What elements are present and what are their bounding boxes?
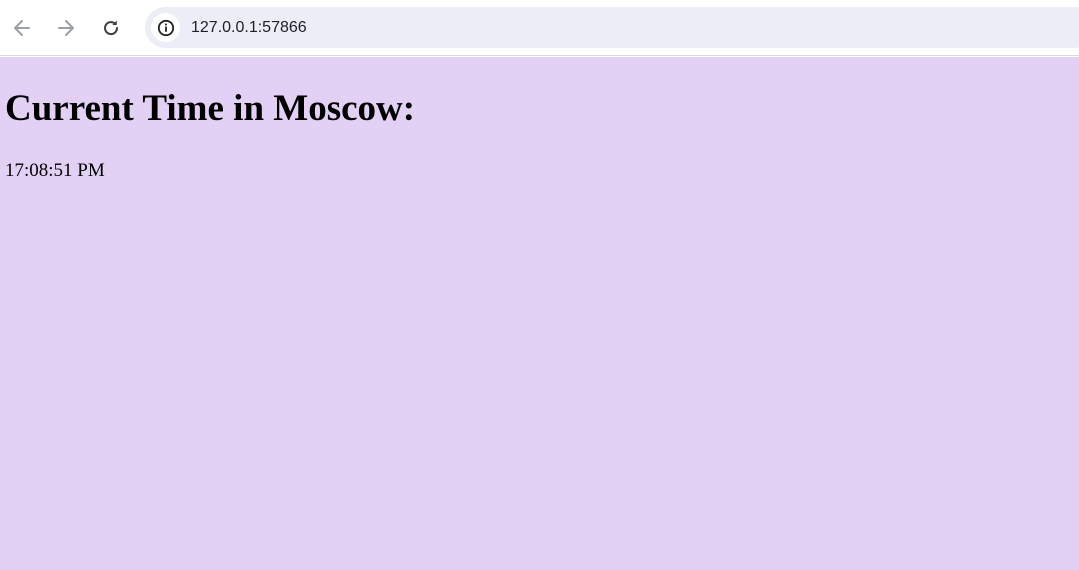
arrow-right-icon (58, 20, 74, 36)
reload-icon (104, 20, 119, 36)
info-icon (157, 19, 174, 36)
site-info-button[interactable] (151, 13, 180, 42)
back-button[interactable] (9, 10, 35, 46)
page-content: Current Time in Moscow: 17:08:51 PM (0, 57, 1079, 570)
forward-button[interactable] (53, 10, 79, 46)
arrow-left-icon (14, 20, 30, 36)
page-title: Current Time in Moscow: (5, 88, 416, 129)
current-time: 17:08:51 PM (5, 160, 105, 181)
browser-toolbar: 127.0.0.1:57866 (0, 0, 1079, 56)
reload-button[interactable] (98, 10, 124, 46)
url-text[interactable]: 127.0.0.1:57866 (191, 18, 307, 38)
address-bar[interactable]: 127.0.0.1:57866 (145, 7, 1079, 48)
